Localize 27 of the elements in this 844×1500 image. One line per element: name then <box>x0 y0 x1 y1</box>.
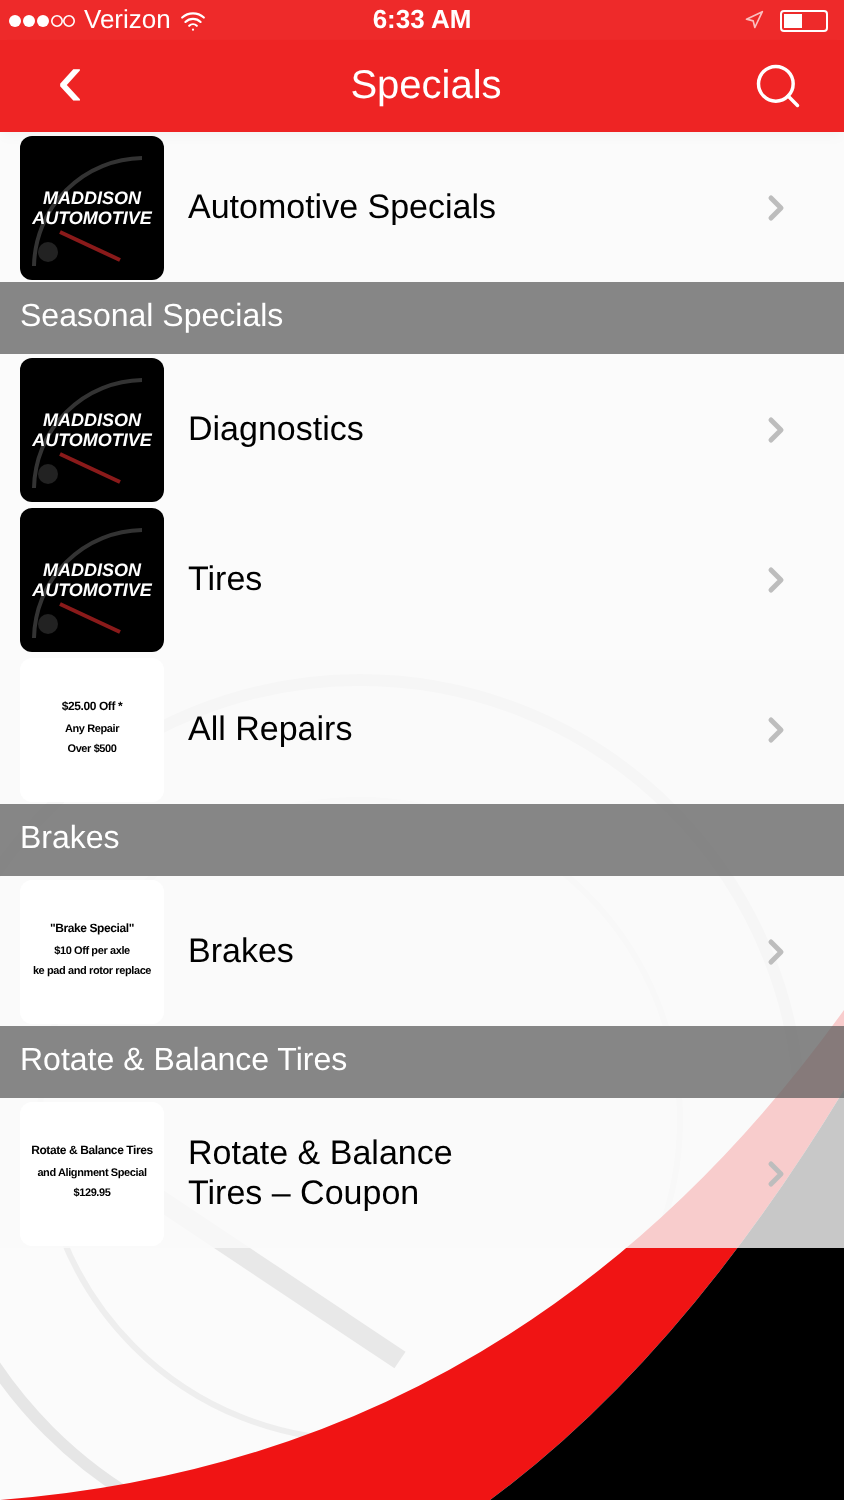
section-header: Brakes <box>0 804 844 876</box>
screen-title: Specials <box>348 62 504 112</box>
item-label: Tires <box>188 559 265 599</box>
carrier-text: Verizon <box>84 2 171 39</box>
list-item[interactable]: MADDISON AUTOMOTIVE Automotive Specials <box>0 132 844 282</box>
section-header: Seasonal Specials <box>0 282 844 354</box>
item-label: Diagnostics <box>188 409 366 449</box>
battery-icon <box>780 9 828 31</box>
wifi-icon <box>180 7 207 33</box>
item-label: Automotive Specials <box>188 187 499 227</box>
list-item[interactable]: MADDISON AUTOMOTIVE Tires <box>0 504 844 654</box>
item-label: Brakes <box>188 931 296 971</box>
section-header: Rotate & Balance Tires <box>0 1026 844 1098</box>
logo-text: AUTOMOTIVE <box>32 207 152 227</box>
search-icon[interactable] <box>752 60 804 112</box>
location-icon <box>744 10 764 30</box>
list-item[interactable]: MADDISON AUTOMOTIVE Diagnostics <box>0 354 844 504</box>
signal-icon <box>8 13 76 27</box>
logo-text: AUTOMOTIVE <box>32 579 152 599</box>
logo-text: MADDISON <box>43 409 141 429</box>
logo-text: MADDISON <box>43 559 141 579</box>
clock-text: 6:33 AM <box>370 2 474 39</box>
item-label: All Repairs <box>188 709 355 749</box>
item-label: Rotate & Balance Tires – Coupon <box>188 1133 455 1213</box>
back-button[interactable]: ‹ <box>40 40 100 120</box>
logo-text: MADDISON <box>43 187 141 207</box>
logo-text: AUTOMOTIVE <box>32 429 152 449</box>
